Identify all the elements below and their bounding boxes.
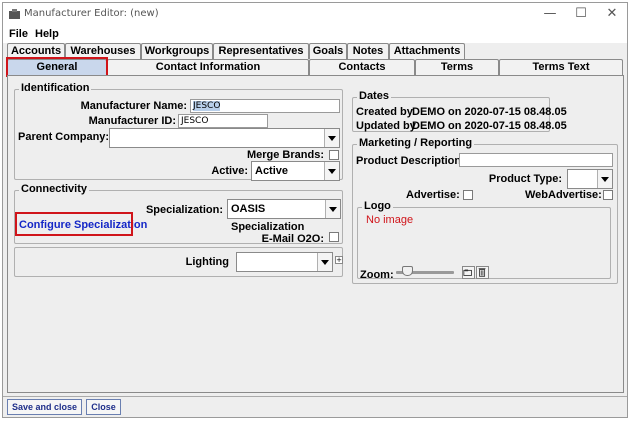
- product-description-label: Product Description:: [356, 155, 465, 167]
- tab-attachments[interactable]: Attachments: [389, 43, 465, 59]
- chevron-down-icon: [324, 162, 339, 180]
- close-window-button[interactable]: ✕: [597, 5, 627, 23]
- menu-bar: File Help: [3, 25, 627, 43]
- email-o2o-checkbox[interactable]: [329, 232, 339, 242]
- email-o2o-label: E-Mail O2O:: [261, 233, 324, 245]
- app-icon: [9, 9, 20, 19]
- configure-specialization-link[interactable]: Configure Specialization: [19, 219, 147, 231]
- zoom-label: Zoom:: [360, 269, 394, 281]
- delete-image-icon[interactable]: [476, 266, 489, 279]
- lighting-group: Lighting +: [14, 247, 343, 277]
- general-panel: Identification Manufacturer Name: JESCO …: [7, 75, 624, 393]
- footer-divider: [3, 396, 627, 397]
- product-type-label: Product Type:: [488, 173, 562, 185]
- parent-company-label: Parent Company:: [18, 131, 110, 143]
- connectivity-title: Connectivity: [19, 183, 90, 195]
- tab-terms[interactable]: Terms: [415, 59, 499, 75]
- lighting-label: Lighting: [185, 256, 229, 268]
- updated-by-value: DEMO on 2020-07-15 08.48.05: [412, 120, 567, 132]
- tab-notes[interactable]: Notes: [347, 43, 389, 59]
- advertise-label: Advertise:: [406, 189, 460, 201]
- tab-general[interactable]: General: [7, 59, 107, 75]
- identification-group: Identification Manufacturer Name: JESCO …: [14, 82, 343, 181]
- tab-contact-information[interactable]: Contact Information: [107, 59, 309, 75]
- tab-warehouses[interactable]: Warehouses: [65, 43, 141, 59]
- manufacturer-name-input[interactable]: JESCO: [190, 99, 340, 113]
- specialization-select[interactable]: OASIS Specialization: [227, 199, 341, 233]
- updated-by-label: Updated by: [356, 120, 416, 132]
- title-bar: Manufacturer Editor: (new) — ☐ ✕: [3, 3, 627, 25]
- open-image-icon[interactable]: [462, 266, 475, 279]
- maximize-button[interactable]: ☐: [566, 5, 596, 23]
- menu-help[interactable]: Help: [35, 28, 59, 40]
- advertise-checkbox[interactable]: [463, 190, 473, 200]
- chevron-down-icon: [317, 253, 332, 271]
- created-by-value: DEMO on 2020-07-15 08.48.05: [412, 106, 567, 118]
- window-title: Manufacturer Editor: (new): [24, 8, 159, 19]
- menu-file[interactable]: File: [9, 28, 28, 40]
- tab-goals[interactable]: Goals: [309, 43, 347, 59]
- webadvertise-checkbox[interactable]: [603, 190, 613, 200]
- close-button[interactable]: Close: [86, 399, 121, 415]
- no-image-text: No image: [366, 214, 414, 226]
- manufacturer-name-label: Manufacturer Name:: [80, 100, 187, 112]
- logo-title: Logo: [362, 200, 393, 212]
- active-label: Active:: [211, 165, 248, 177]
- manufacturer-id-input[interactable]: JESCO: [178, 114, 268, 128]
- chevron-down-icon: [597, 170, 612, 188]
- product-description-input[interactable]: [459, 153, 613, 167]
- tab-workgroups[interactable]: Workgroups: [141, 43, 213, 59]
- logo-group: Logo No image Zoom:: [357, 200, 611, 281]
- active-select[interactable]: Active: [251, 161, 340, 181]
- product-type-select[interactable]: [567, 169, 613, 189]
- manufacturer-editor-window: Manufacturer Editor: (new) — ☐ ✕ File He…: [2, 2, 628, 418]
- zoom-slider-thumb[interactable]: [402, 266, 413, 276]
- tab-accounts[interactable]: Accounts: [7, 43, 65, 59]
- tab-terms-text[interactable]: Terms Text: [499, 59, 623, 75]
- identification-title: Identification: [19, 82, 92, 94]
- dates-group: Dates Created by DEMO on 2020-07-15 08.4…: [352, 90, 567, 132]
- parent-company-select[interactable]: [109, 128, 340, 148]
- marketing-title: Marketing / Reporting: [357, 137, 475, 149]
- save-and-close-button[interactable]: Save and close: [7, 399, 82, 415]
- tab-contacts[interactable]: Contacts: [309, 59, 415, 75]
- lighting-add-icon[interactable]: +: [335, 256, 343, 264]
- chevron-down-icon: [325, 200, 340, 218]
- minimize-button[interactable]: —: [535, 5, 565, 23]
- merge-brands-checkbox[interactable]: [329, 150, 339, 160]
- created-by-label: Created by: [356, 106, 413, 118]
- lighting-select[interactable]: [236, 252, 333, 272]
- specialization-label: Specialization:: [145, 204, 223, 216]
- manufacturer-id-label: Manufacturer ID:: [88, 115, 176, 127]
- chevron-down-icon: [324, 129, 339, 147]
- merge-brands-label: Merge Brands:: [246, 149, 324, 161]
- dates-title: Dates: [357, 90, 391, 102]
- tab-representatives[interactable]: Representatives: [213, 43, 309, 59]
- connectivity-group: Connectivity Specialization: OASIS Speci…: [14, 183, 343, 245]
- webadvertise-label: WebAdvertise:: [525, 189, 602, 201]
- marketing-group: Marketing / Reporting Product Descriptio…: [352, 137, 618, 284]
